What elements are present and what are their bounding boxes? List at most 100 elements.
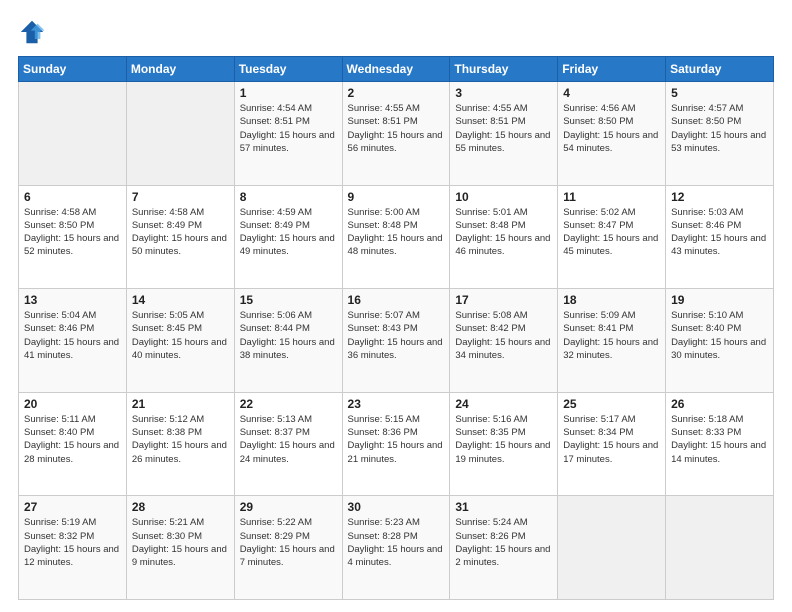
day-info: Sunrise: 5:02 AM Sunset: 8:47 PM Dayligh… <box>563 206 660 259</box>
day-info: Sunrise: 5:04 AM Sunset: 8:46 PM Dayligh… <box>24 309 121 362</box>
day-cell: 10 Sunrise: 5:01 AM Sunset: 8:48 PM Dayli… <box>450 185 558 289</box>
header-saturday: Saturday <box>666 57 774 82</box>
day-number: 8 <box>240 190 337 204</box>
day-cell: 26 Sunrise: 5:18 AM Sunset: 8:33 PM Dayli… <box>666 392 774 496</box>
day-number: 19 <box>671 293 768 307</box>
day-number: 11 <box>563 190 660 204</box>
day-cell: 25 Sunrise: 5:17 AM Sunset: 8:34 PM Dayli… <box>558 392 666 496</box>
day-info: Sunrise: 4:58 AM Sunset: 8:50 PM Dayligh… <box>24 206 121 259</box>
day-info: Sunrise: 5:21 AM Sunset: 8:30 PM Dayligh… <box>132 516 229 569</box>
day-info: Sunrise: 4:57 AM Sunset: 8:50 PM Dayligh… <box>671 102 768 155</box>
week-row-2: 13 Sunrise: 5:04 AM Sunset: 8:46 PM Dayli… <box>19 289 774 393</box>
day-number: 31 <box>455 500 552 514</box>
day-number: 23 <box>348 397 445 411</box>
day-info: Sunrise: 5:13 AM Sunset: 8:37 PM Dayligh… <box>240 413 337 466</box>
day-number: 17 <box>455 293 552 307</box>
day-info: Sunrise: 4:56 AM Sunset: 8:50 PM Dayligh… <box>563 102 660 155</box>
day-cell: 24 Sunrise: 5:16 AM Sunset: 8:35 PM Dayli… <box>450 392 558 496</box>
day-number: 20 <box>24 397 121 411</box>
day-number: 15 <box>240 293 337 307</box>
day-cell <box>19 82 127 186</box>
day-cell: 20 Sunrise: 5:11 AM Sunset: 8:40 PM Dayli… <box>19 392 127 496</box>
day-number: 26 <box>671 397 768 411</box>
week-row-1: 6 Sunrise: 4:58 AM Sunset: 8:50 PM Daylig… <box>19 185 774 289</box>
day-cell: 13 Sunrise: 5:04 AM Sunset: 8:46 PM Dayli… <box>19 289 127 393</box>
day-number: 30 <box>348 500 445 514</box>
header-wednesday: Wednesday <box>342 57 450 82</box>
header-thursday: Thursday <box>450 57 558 82</box>
logo-icon <box>18 18 46 46</box>
day-cell: 31Sunrise: 5:24 AM Sunset: 8:26 PM Dayli… <box>450 496 558 600</box>
day-number: 5 <box>671 86 768 100</box>
day-cell: 23 Sunrise: 5:15 AM Sunset: 8:36 PM Dayli… <box>342 392 450 496</box>
day-cell: 21 Sunrise: 5:12 AM Sunset: 8:38 PM Dayli… <box>126 392 234 496</box>
day-info: Sunrise: 5:10 AM Sunset: 8:40 PM Dayligh… <box>671 309 768 362</box>
day-number: 29 <box>240 500 337 514</box>
day-cell <box>558 496 666 600</box>
day-info: Sunrise: 5:09 AM Sunset: 8:41 PM Dayligh… <box>563 309 660 362</box>
day-cell <box>666 496 774 600</box>
day-cell: 27Sunrise: 5:19 AM Sunset: 8:32 PM Dayli… <box>19 496 127 600</box>
day-info: Sunrise: 5:01 AM Sunset: 8:48 PM Dayligh… <box>455 206 552 259</box>
day-number: 12 <box>671 190 768 204</box>
day-info: Sunrise: 5:06 AM Sunset: 8:44 PM Dayligh… <box>240 309 337 362</box>
header-monday: Monday <box>126 57 234 82</box>
calendar-header-row: SundayMondayTuesdayWednesdayThursdayFrid… <box>19 57 774 82</box>
day-number: 21 <box>132 397 229 411</box>
day-info: Sunrise: 5:22 AM Sunset: 8:29 PM Dayligh… <box>240 516 337 569</box>
day-info: Sunrise: 4:58 AM Sunset: 8:49 PM Dayligh… <box>132 206 229 259</box>
day-cell: 6 Sunrise: 4:58 AM Sunset: 8:50 PM Daylig… <box>19 185 127 289</box>
day-number: 1 <box>240 86 337 100</box>
day-info: Sunrise: 5:11 AM Sunset: 8:40 PM Dayligh… <box>24 413 121 466</box>
day-cell: 30 Sunrise: 5:23 AM Sunset: 8:28 PM Dayli… <box>342 496 450 600</box>
day-info: Sunrise: 5:18 AM Sunset: 8:33 PM Dayligh… <box>671 413 768 466</box>
day-cell: 28Sunrise: 5:21 AM Sunset: 8:30 PM Dayli… <box>126 496 234 600</box>
day-number: 22 <box>240 397 337 411</box>
day-info: Sunrise: 4:55 AM Sunset: 8:51 PM Dayligh… <box>348 102 445 155</box>
day-number: 14 <box>132 293 229 307</box>
day-cell <box>126 82 234 186</box>
day-cell: 19 Sunrise: 5:10 AM Sunset: 8:40 PM Dayli… <box>666 289 774 393</box>
day-info: Sunrise: 5:19 AM Sunset: 8:32 PM Dayligh… <box>24 516 121 569</box>
day-cell: 12 Sunrise: 5:03 AM Sunset: 8:46 PM Dayli… <box>666 185 774 289</box>
day-info: Sunrise: 5:12 AM Sunset: 8:38 PM Dayligh… <box>132 413 229 466</box>
day-number: 6 <box>24 190 121 204</box>
week-row-4: 27Sunrise: 5:19 AM Sunset: 8:32 PM Dayli… <box>19 496 774 600</box>
day-cell: 15 Sunrise: 5:06 AM Sunset: 8:44 PM Dayli… <box>234 289 342 393</box>
day-number: 13 <box>24 293 121 307</box>
day-cell: 1Sunrise: 4:54 AM Sunset: 8:51 PM Daylig… <box>234 82 342 186</box>
day-number: 25 <box>563 397 660 411</box>
day-cell: 29 Sunrise: 5:22 AM Sunset: 8:29 PM Dayli… <box>234 496 342 600</box>
page: SundayMondayTuesdayWednesdayThursdayFrid… <box>0 0 792 612</box>
day-info: Sunrise: 5:05 AM Sunset: 8:45 PM Dayligh… <box>132 309 229 362</box>
day-info: Sunrise: 5:16 AM Sunset: 8:35 PM Dayligh… <box>455 413 552 466</box>
day-cell: 8Sunrise: 4:59 AM Sunset: 8:49 PM Daylig… <box>234 185 342 289</box>
day-cell: 17 Sunrise: 5:08 AM Sunset: 8:42 PM Dayli… <box>450 289 558 393</box>
day-cell: 14 Sunrise: 5:05 AM Sunset: 8:45 PM Dayli… <box>126 289 234 393</box>
day-info: Sunrise: 5:23 AM Sunset: 8:28 PM Dayligh… <box>348 516 445 569</box>
day-number: 4 <box>563 86 660 100</box>
day-cell: 3Sunrise: 4:55 AM Sunset: 8:51 PM Daylig… <box>450 82 558 186</box>
day-info: Sunrise: 5:07 AM Sunset: 8:43 PM Dayligh… <box>348 309 445 362</box>
day-info: Sunrise: 5:00 AM Sunset: 8:48 PM Dayligh… <box>348 206 445 259</box>
day-number: 16 <box>348 293 445 307</box>
header <box>18 18 774 46</box>
day-number: 9 <box>348 190 445 204</box>
day-number: 10 <box>455 190 552 204</box>
day-cell: 9 Sunrise: 5:00 AM Sunset: 8:48 PM Daylig… <box>342 185 450 289</box>
week-row-0: 1Sunrise: 4:54 AM Sunset: 8:51 PM Daylig… <box>19 82 774 186</box>
day-info: Sunrise: 5:03 AM Sunset: 8:46 PM Dayligh… <box>671 206 768 259</box>
day-cell: 5 Sunrise: 4:57 AM Sunset: 8:50 PM Daylig… <box>666 82 774 186</box>
day-cell: 11 Sunrise: 5:02 AM Sunset: 8:47 PM Dayli… <box>558 185 666 289</box>
day-number: 24 <box>455 397 552 411</box>
day-info: Sunrise: 5:15 AM Sunset: 8:36 PM Dayligh… <box>348 413 445 466</box>
day-info: Sunrise: 5:08 AM Sunset: 8:42 PM Dayligh… <box>455 309 552 362</box>
day-cell: 4 Sunrise: 4:56 AM Sunset: 8:50 PM Daylig… <box>558 82 666 186</box>
day-info: Sunrise: 4:55 AM Sunset: 8:51 PM Dayligh… <box>455 102 552 155</box>
week-row-3: 20 Sunrise: 5:11 AM Sunset: 8:40 PM Dayli… <box>19 392 774 496</box>
day-cell: 16 Sunrise: 5:07 AM Sunset: 8:43 PM Dayli… <box>342 289 450 393</box>
day-cell: 7Sunrise: 4:58 AM Sunset: 8:49 PM Daylig… <box>126 185 234 289</box>
day-info: Sunrise: 5:17 AM Sunset: 8:34 PM Dayligh… <box>563 413 660 466</box>
header-friday: Friday <box>558 57 666 82</box>
day-number: 2 <box>348 86 445 100</box>
